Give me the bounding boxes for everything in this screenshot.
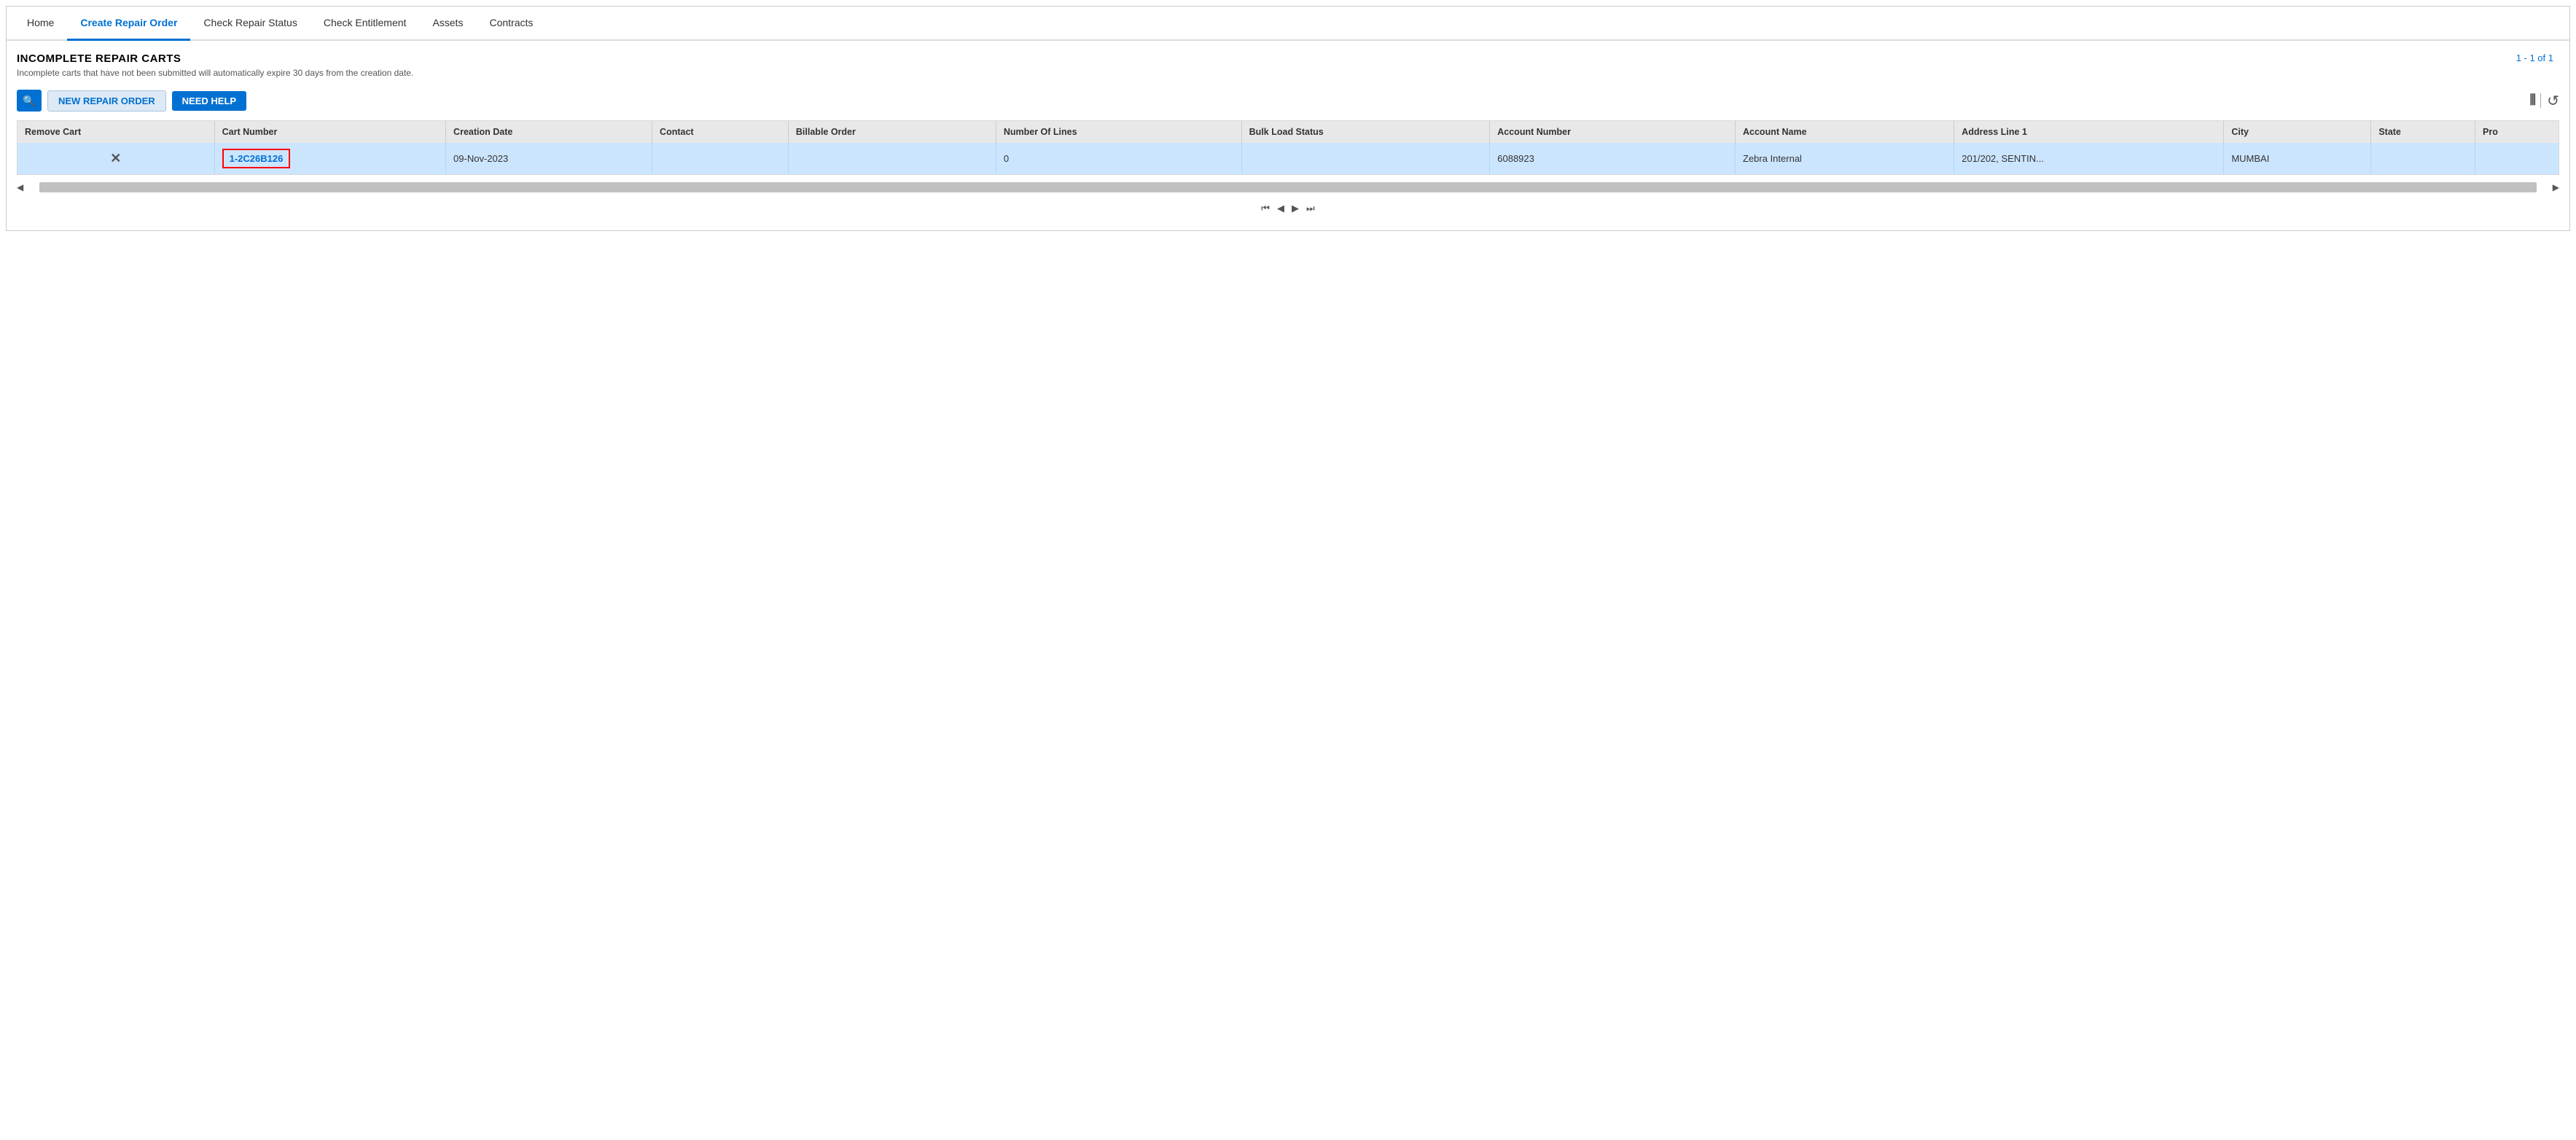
search-button[interactable]: 🔍 <box>17 90 42 112</box>
col-header-pro: Pro <box>2475 121 2559 143</box>
col-header-contact: Contact <box>652 121 789 143</box>
nav-item-assets[interactable]: Assets <box>419 7 476 41</box>
cell-account-name: Zebra Internal <box>1736 143 1954 174</box>
table-header-row: Remove Cart Cart Number Creation Date Co… <box>17 121 2559 143</box>
cell-cart-number: 1-2C26B126 <box>214 143 445 174</box>
col-header-account-number: Account Number <box>1490 121 1736 143</box>
last-page-button[interactable]: ⏭ <box>1306 203 1315 214</box>
pagination-controls: ⏮ ◀ ▶ ⏭ <box>17 198 2559 219</box>
cell-number-of-lines: 0 <box>996 143 1241 174</box>
nav-item-home[interactable]: Home <box>14 7 67 41</box>
cell-billable-order <box>788 143 996 174</box>
nav-item-contracts[interactable]: Contracts <box>476 7 546 41</box>
col-header-creation-date: Creation Date <box>446 121 652 143</box>
cell-city: MUMBAI <box>2224 143 2371 174</box>
first-page-button[interactable]: ⏮ <box>1261 203 1270 214</box>
next-page-button[interactable]: ▶ <box>1292 203 1299 214</box>
col-header-remove-cart: Remove Cart <box>17 121 214 143</box>
icon-controls: ⦀ ↺ <box>2529 92 2559 110</box>
section-subtitle: Incomplete carts that have not been subm… <box>17 68 413 78</box>
col-header-cart-number: Cart Number <box>214 121 445 143</box>
data-table-wrapper: Remove Cart Cart Number Creation Date Co… <box>17 120 2559 175</box>
nav-item-check-repair-status[interactable]: Check Repair Status <box>190 7 310 41</box>
cell-address-line1: 201/202, SENTIN... <box>1954 143 2224 174</box>
scroll-right-arrow[interactable]: ▶ <box>2553 182 2559 192</box>
icon-divider <box>2540 93 2541 108</box>
cell-creation-date: 09-Nov-2023 <box>446 143 652 174</box>
prev-page-button[interactable]: ◀ <box>1277 203 1284 214</box>
cell-state <box>2371 143 2475 174</box>
section-title: INCOMPLETE REPAIR CARTS <box>17 52 413 65</box>
search-icon: 🔍 <box>23 95 35 107</box>
table-row: ✕ 1-2C26B126 09-Nov-2023 0 6088923 Zebra… <box>17 143 2559 174</box>
main-content: INCOMPLETE REPAIR CARTS Incomplete carts… <box>7 41 2569 230</box>
nav-item-check-entitlement[interactable]: Check Entitlement <box>311 7 420 41</box>
cell-bulk-load-status <box>1241 143 1490 174</box>
refresh-icon[interactable]: ↺ <box>2547 92 2559 110</box>
col-header-account-name: Account Name <box>1736 121 1954 143</box>
col-header-state: State <box>2371 121 2475 143</box>
col-header-city: City <box>2224 121 2371 143</box>
toolbar-left: 🔍 NEW REPAIR ORDER NEED HELP <box>17 90 246 112</box>
nav-item-create-repair-order[interactable]: Create Repair Order <box>67 7 190 41</box>
scrollbar-area: ◀ ▶ ⏮ ◀ ▶ ⏭ <box>17 176 2559 219</box>
cart-number-link[interactable]: 1-2C26B126 <box>222 149 291 168</box>
horizontal-scrollbar[interactable] <box>39 182 2537 192</box>
col-header-billable-order: Billable Order <box>788 121 996 143</box>
columns-icon[interactable]: ⦀ <box>2529 93 2534 109</box>
navigation-bar: Home Create Repair Order Check Repair St… <box>7 7 2569 41</box>
new-repair-order-button[interactable]: NEW REPAIR ORDER <box>47 90 166 112</box>
cell-pro <box>2475 143 2559 174</box>
repair-carts-table: Remove Cart Cart Number Creation Date Co… <box>17 121 2559 174</box>
pagination-info: 1 - 1 of 1 <box>2516 52 2559 63</box>
col-header-number-of-lines: Number Of Lines <box>996 121 1241 143</box>
remove-cart-button[interactable]: ✕ <box>25 151 207 166</box>
toolbar: 🔍 NEW REPAIR ORDER NEED HELP ⦀ ↺ <box>17 90 2559 112</box>
scroll-left-arrow[interactable]: ◀ <box>17 182 23 192</box>
cell-contact <box>652 143 789 174</box>
col-header-address-line1: Address Line 1 <box>1954 121 2224 143</box>
cell-account-number: 6088923 <box>1490 143 1736 174</box>
need-help-button[interactable]: NEED HELP <box>172 91 246 111</box>
cell-remove-cart: ✕ <box>17 143 214 174</box>
col-header-bulk-load-status: Bulk Load Status <box>1241 121 1490 143</box>
